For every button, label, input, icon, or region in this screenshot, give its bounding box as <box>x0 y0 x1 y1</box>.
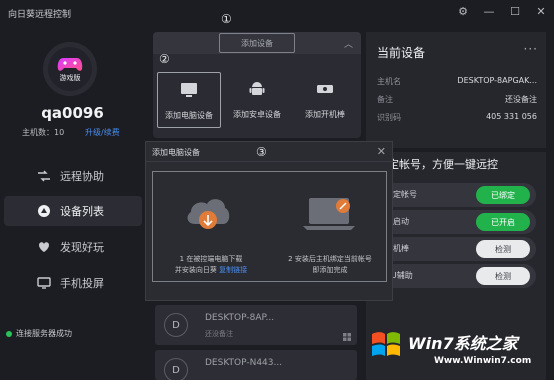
windows-icon <box>343 333 351 341</box>
sidebar-item-phone-cast[interactable]: 手机投屏 <box>4 268 142 298</box>
sidebar-item-label: 设备列表 <box>60 205 104 218</box>
step-2-line-1: 2 安装后主机绑定当前帐号 <box>288 255 372 263</box>
app-window: 向日葵远程控制 ⚙ — ☐ ✕ 游戏版 qa0096 主机数：10 升级/续费 <box>0 0 554 380</box>
sidebar-item-discover[interactable]: 发现好玩 <box>4 232 142 262</box>
add-device-header: 添加设备 ︿ <box>153 32 361 54</box>
status-text: 连接服务器成功 <box>16 329 72 338</box>
info-row-note: 备注 还没备注 <box>377 94 537 105</box>
step-1-line-2: 并安装向日葵 <box>174 266 217 274</box>
avatar-badge: 游戏版 <box>59 73 81 82</box>
android-icon <box>249 82 265 95</box>
step-1-line-1: 1 在被控端电脑下载 <box>179 255 243 263</box>
device-name: DESKTOP-8AP... <box>205 313 275 323</box>
info-key: 识别码 <box>377 113 401 122</box>
step-1-text: 1 在被控端电脑下载 并安装向日葵 复制链接 <box>161 254 261 276</box>
add-device-button[interactable]: 添加设备 <box>219 33 295 53</box>
windows-logo-icon <box>372 332 400 356</box>
watermark: Win7系统之家 Www.Winwin7.com <box>368 322 554 380</box>
upgrade-link[interactable]: 升级/续费 <box>85 127 120 138</box>
maximize-icon[interactable]: ☐ <box>508 5 522 18</box>
bound-button[interactable]: 已绑定 <box>476 186 530 204</box>
add-android-option[interactable]: 添加安卓设备 <box>225 72 289 128</box>
gamepad-icon <box>57 57 83 71</box>
cloud-download-icon <box>187 199 230 229</box>
add-device-panel: 添加设备 ︿ 添加电脑设备 添加安卓设备 添加开机棒 <box>153 32 361 138</box>
step-2-line-2: 即添加完成 <box>312 266 348 274</box>
remote-assist-icon <box>38 170 50 182</box>
dialog-title: 添加电脑设备 <box>152 148 200 157</box>
chevron-up-icon[interactable]: ︿ <box>344 37 353 50</box>
title-bar: 向日葵远程控制 ⚙ — ☐ ✕ <box>0 0 554 26</box>
step-marker-3: ③ <box>256 145 267 159</box>
sidebar-item-remote-assist[interactable]: 远程协助 <box>4 161 142 191</box>
monitor-icon <box>181 83 197 97</box>
device-initial: D <box>164 313 188 337</box>
laptop-link-icon <box>303 198 355 230</box>
info-key: 主机名 <box>377 77 401 86</box>
sidebar-item-label: 发现好玩 <box>60 241 104 254</box>
host-count-label: 主机数： <box>22 128 54 137</box>
detect-stick-button[interactable]: 检测 <box>476 240 530 258</box>
device-card[interactable]: D DESKTOP-8AP... 还没备注 <box>155 305 357 345</box>
add-option-label: 添加电脑设备 <box>165 111 213 120</box>
phone-cast-icon <box>37 277 51 289</box>
info-value: 405 331 056 <box>486 112 537 121</box>
add-power-stick-option[interactable]: 添加开机棒 <box>293 72 357 128</box>
username: qa0096 <box>41 104 104 122</box>
watermark-url: Www.Winwin7.com <box>434 356 532 366</box>
host-count: 主机数：10 <box>22 127 64 138</box>
app-title: 向日葵远程控制 <box>8 10 72 20</box>
step-2-text: 2 安装后主机绑定当前帐号 即添加完成 <box>275 254 385 276</box>
discover-icon <box>39 242 49 252</box>
close-icon[interactable]: ✕ <box>377 145 386 158</box>
sidebar: 游戏版 qa0096 主机数：10 升级/续费 远程协助 设备列表 发现好玩 手… <box>0 26 145 380</box>
close-icon[interactable]: ✕ <box>534 5 548 18</box>
dialog-body: 1 在被控端电脑下载 并安装向日葵 复制链接 2 安装后主机绑定当前帐号 即添加… <box>152 171 387 282</box>
device-note: 还没备注 <box>205 330 233 338</box>
info-key: 备注 <box>377 95 393 104</box>
sidebar-item-label: 手机投屏 <box>60 277 104 290</box>
device-name: DESKTOP-N443... <box>205 358 283 368</box>
autostart-button[interactable]: 已开启 <box>476 213 530 231</box>
step-marker-1: ① <box>221 12 232 26</box>
step-marker-2: ② <box>159 52 170 66</box>
status-dot <box>6 330 12 337</box>
current-device-panel: 当前设备 ··· 主机名 DESKTOP-8APGAK... 备注 还没备注 识… <box>366 32 546 148</box>
avatar[interactable]: 游戏版 <box>43 42 97 96</box>
device-card[interactable]: D DESKTOP-N443... <box>155 350 357 380</box>
add-computer-option[interactable]: 添加电脑设备 <box>157 72 221 128</box>
info-row-hostname: 主机名 DESKTOP-8APGAK... <box>377 76 537 87</box>
info-value: DESKTOP-8APGAK... <box>457 76 537 85</box>
host-count-value: 10 <box>54 128 65 137</box>
add-computer-dialog: 添加电脑设备 ③ ✕ 1 在被控端电脑下载 并安装向日葵 复制链接 2 安装后主… <box>145 141 393 301</box>
sidebar-item-device-list[interactable]: 设备列表 <box>4 196 142 226</box>
current-device-title: 当前设备 <box>377 46 426 60</box>
dialog-header: 添加电脑设备 ③ ✕ <box>146 142 392 162</box>
connection-status: 连接服务器成功 <box>6 328 72 339</box>
watermark-brand: Win7系统之家 <box>408 334 518 353</box>
info-value[interactable]: 还没备注 <box>505 94 537 105</box>
add-option-label: 添加开机棒 <box>305 110 345 119</box>
sidebar-item-label: 远程协助 <box>60 170 104 183</box>
info-row-id: 识别码 405 331 056 <box>377 112 537 123</box>
window-controls: ⚙ — ☐ ✕ <box>456 5 548 18</box>
power-stick-icon <box>317 85 333 93</box>
more-options-icon[interactable]: ··· <box>524 42 538 56</box>
minimize-icon[interactable]: — <box>482 5 496 18</box>
device-initial: D <box>164 358 188 380</box>
add-option-label: 添加安卓设备 <box>233 110 281 119</box>
device-list-icon <box>38 205 50 217</box>
copy-link[interactable]: 复制链接 <box>219 266 247 274</box>
settings-icon[interactable]: ⚙ <box>456 5 470 18</box>
detect-uu-button[interactable]: 检测 <box>476 267 530 285</box>
